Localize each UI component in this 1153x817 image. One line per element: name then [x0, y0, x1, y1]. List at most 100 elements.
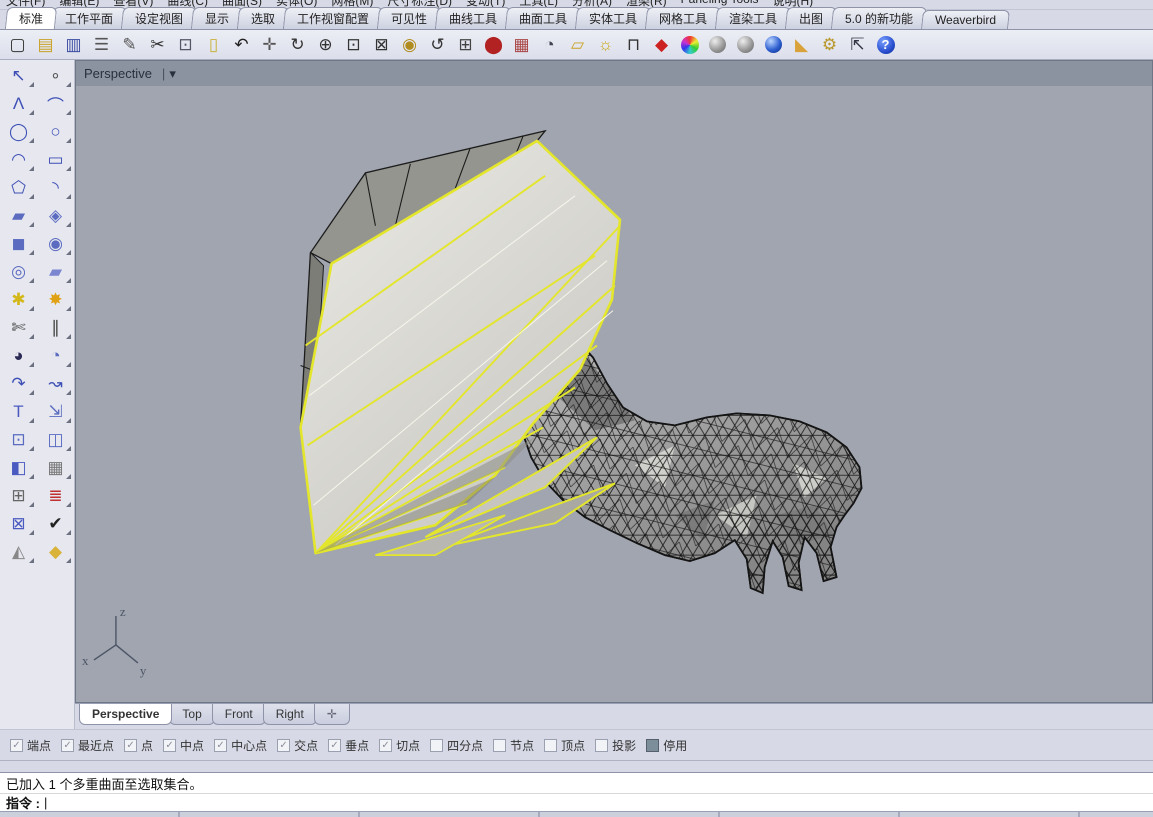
viewport-canvas[interactable]: z x y — [76, 86, 1152, 702]
viewport-tab[interactable]: Front — [212, 704, 266, 725]
command-console[interactable]: 已加入 1 个多重曲面至选取集合。 指令 : | — [0, 772, 1153, 811]
perspective-viewport[interactable]: Perspective | ▾ — [75, 60, 1153, 703]
layer-button[interactable]: ◆ — [648, 32, 675, 58]
toolbar-tab[interactable]: 出图 — [785, 7, 837, 29]
undo-view-button[interactable]: ↺ — [424, 32, 451, 58]
tool-move-scale[interactable]: ⇲ — [37, 398, 74, 426]
tool-cone-sphere[interactable]: ◭ — [0, 538, 37, 566]
tool-section[interactable]: ≣ — [37, 482, 74, 510]
open-file-button[interactable]: ▤ — [32, 32, 59, 58]
tool-surface-from-points[interactable]: ▰ — [0, 202, 37, 230]
tool-polyline[interactable]: Λ — [0, 90, 37, 118]
osnap-checkbox[interactable] — [646, 739, 659, 752]
tool-box[interactable]: ◼ — [0, 230, 37, 258]
selection-filter-button[interactable]: ▱ — [564, 32, 591, 58]
tool-explode[interactable]: ✸ — [37, 286, 74, 314]
options-gear-button[interactable]: ⚙ — [816, 32, 843, 58]
osnap-checkbox[interactable] — [430, 739, 443, 752]
dimension-button[interactable]: ⇱ — [844, 32, 871, 58]
zoom-dynamic-button[interactable]: ⊕ — [312, 32, 339, 58]
osnap-option[interactable]: 中心点 — [214, 737, 267, 754]
viewport-tab[interactable]: Right — [263, 704, 317, 725]
tool-solid-edit[interactable]: ◧ — [0, 454, 37, 482]
tool-boolean-difference[interactable]: ◔ — [37, 342, 74, 370]
tool-pyramid[interactable]: ◆ — [37, 538, 74, 566]
osnap-checkbox[interactable] — [544, 739, 557, 752]
tool-polygon[interactable]: ⬠ — [0, 174, 37, 202]
rotate-view-button[interactable]: ↻ — [284, 32, 311, 58]
tool-text[interactable]: T — [0, 398, 37, 426]
tool-curved-surface[interactable]: ◈ — [37, 202, 74, 230]
osnap-option[interactable]: 四分点 — [430, 737, 483, 754]
tool-spheres[interactable]: ◉ — [37, 230, 74, 258]
tool-fillet[interactable]: ◝ — [37, 174, 74, 202]
tool-point[interactable]: ∘ — [37, 62, 74, 90]
osnap-checkbox[interactable] — [163, 739, 176, 752]
osnap-option[interactable]: 最近点 — [61, 737, 114, 754]
tool-curve-edit[interactable]: ↷ — [0, 370, 37, 398]
osnap-option[interactable]: 停用 — [646, 737, 687, 754]
save-button[interactable]: ▥ — [60, 32, 87, 58]
zoom-selected-button[interactable]: ◉ — [396, 32, 423, 58]
viewport-tab[interactable]: Top — [169, 704, 214, 725]
zoom-window-button[interactable]: ⊡ — [340, 32, 367, 58]
toolbar-tab[interactable]: 5.0 的新功能 — [831, 7, 927, 29]
tool-group[interactable]: ⊡ — [0, 426, 37, 454]
osnap-checkbox[interactable] — [595, 739, 608, 752]
toolbar-tab[interactable]: 实体工具 — [575, 7, 651, 29]
tool-split-panel[interactable]: ◫ — [37, 426, 74, 454]
print-button[interactable]: ☰ — [88, 32, 115, 58]
osnap-checkbox[interactable] — [277, 739, 290, 752]
undo-button[interactable]: ↶ — [228, 32, 255, 58]
render-button[interactable] — [760, 32, 787, 58]
viewport-title-bar[interactable]: Perspective | ▾ — [76, 61, 1152, 86]
toolbar-tab[interactable]: 渲染工具 — [715, 7, 791, 29]
toolbar-tab[interactable]: 工作视窗配置 — [283, 7, 383, 29]
osnap-checkbox[interactable] — [124, 739, 137, 752]
viewport-tab[interactable]: Perspective — [79, 704, 172, 725]
toolbar-tab[interactable]: Weaverbird — [921, 10, 1010, 29]
osnap-checkbox[interactable] — [379, 739, 392, 752]
tool-check[interactable]: ✔ — [37, 510, 74, 538]
tool-torus[interactable]: ◎ — [0, 258, 37, 286]
osnap-checkbox[interactable] — [493, 739, 506, 752]
pan-button[interactable]: ✛ — [256, 32, 283, 58]
distance-button[interactable]: ▦ — [508, 32, 535, 58]
toolbar-tab[interactable]: 工作平面 — [51, 7, 127, 29]
add-viewport-tab[interactable]: ✛ — [314, 704, 350, 725]
osnap-option[interactable]: 点 — [124, 737, 153, 754]
toolbar-tab[interactable]: 选取 — [237, 7, 289, 29]
tool-ground-plane[interactable]: ▦ — [37, 454, 74, 482]
ghosted-view-button[interactable] — [732, 32, 759, 58]
tool-rectangle[interactable]: ▭ — [37, 146, 74, 174]
tool-join[interactable]: ⊠ — [0, 510, 37, 538]
zoom-extents-button[interactable]: ⊠ — [368, 32, 395, 58]
export-button[interactable]: ✎ — [116, 32, 143, 58]
osnap-option[interactable]: 切点 — [379, 737, 420, 754]
tool-extend-curve[interactable]: ↝ — [37, 370, 74, 398]
toolbar-tab[interactable]: 标准 — [5, 7, 57, 29]
command-input-line[interactable]: 指令 : | — [0, 793, 1153, 811]
osnap-option[interactable]: 投影 — [595, 737, 636, 754]
osnap-checkbox[interactable] — [61, 739, 74, 752]
radius-button[interactable]: ◔ — [536, 32, 563, 58]
viewport-layout-button[interactable]: ⊞ — [452, 32, 479, 58]
osnap-option[interactable]: 中点 — [163, 737, 204, 754]
lock-button[interactable]: ⊓ — [620, 32, 647, 58]
tool-select[interactable]: ↖ — [0, 62, 37, 90]
tool-twisted-box[interactable]: ▰ — [37, 258, 74, 286]
color-wheel-button[interactable] — [676, 32, 703, 58]
notify-button[interactable]: ◣ — [788, 32, 815, 58]
toolbar-tab[interactable]: 可见性 — [377, 7, 441, 29]
cut-button[interactable]: ✂ — [144, 32, 171, 58]
osnap-option[interactable]: 交点 — [277, 737, 318, 754]
toolbar-tab[interactable]: 曲线工具 — [435, 7, 511, 29]
toolbar-tab[interactable]: 设定视图 — [121, 7, 197, 29]
osnap-checkbox[interactable] — [10, 739, 23, 752]
tool-trim[interactable]: ✄ — [0, 314, 37, 342]
viewport-dropdown-icon[interactable]: ▾ — [169, 66, 176, 82]
tool-ellipse[interactable]: ○ — [37, 118, 74, 146]
shaded-view-button[interactable] — [704, 32, 731, 58]
osnap-option[interactable]: 垂点 — [328, 737, 369, 754]
help-button[interactable]: ? — [872, 32, 899, 58]
